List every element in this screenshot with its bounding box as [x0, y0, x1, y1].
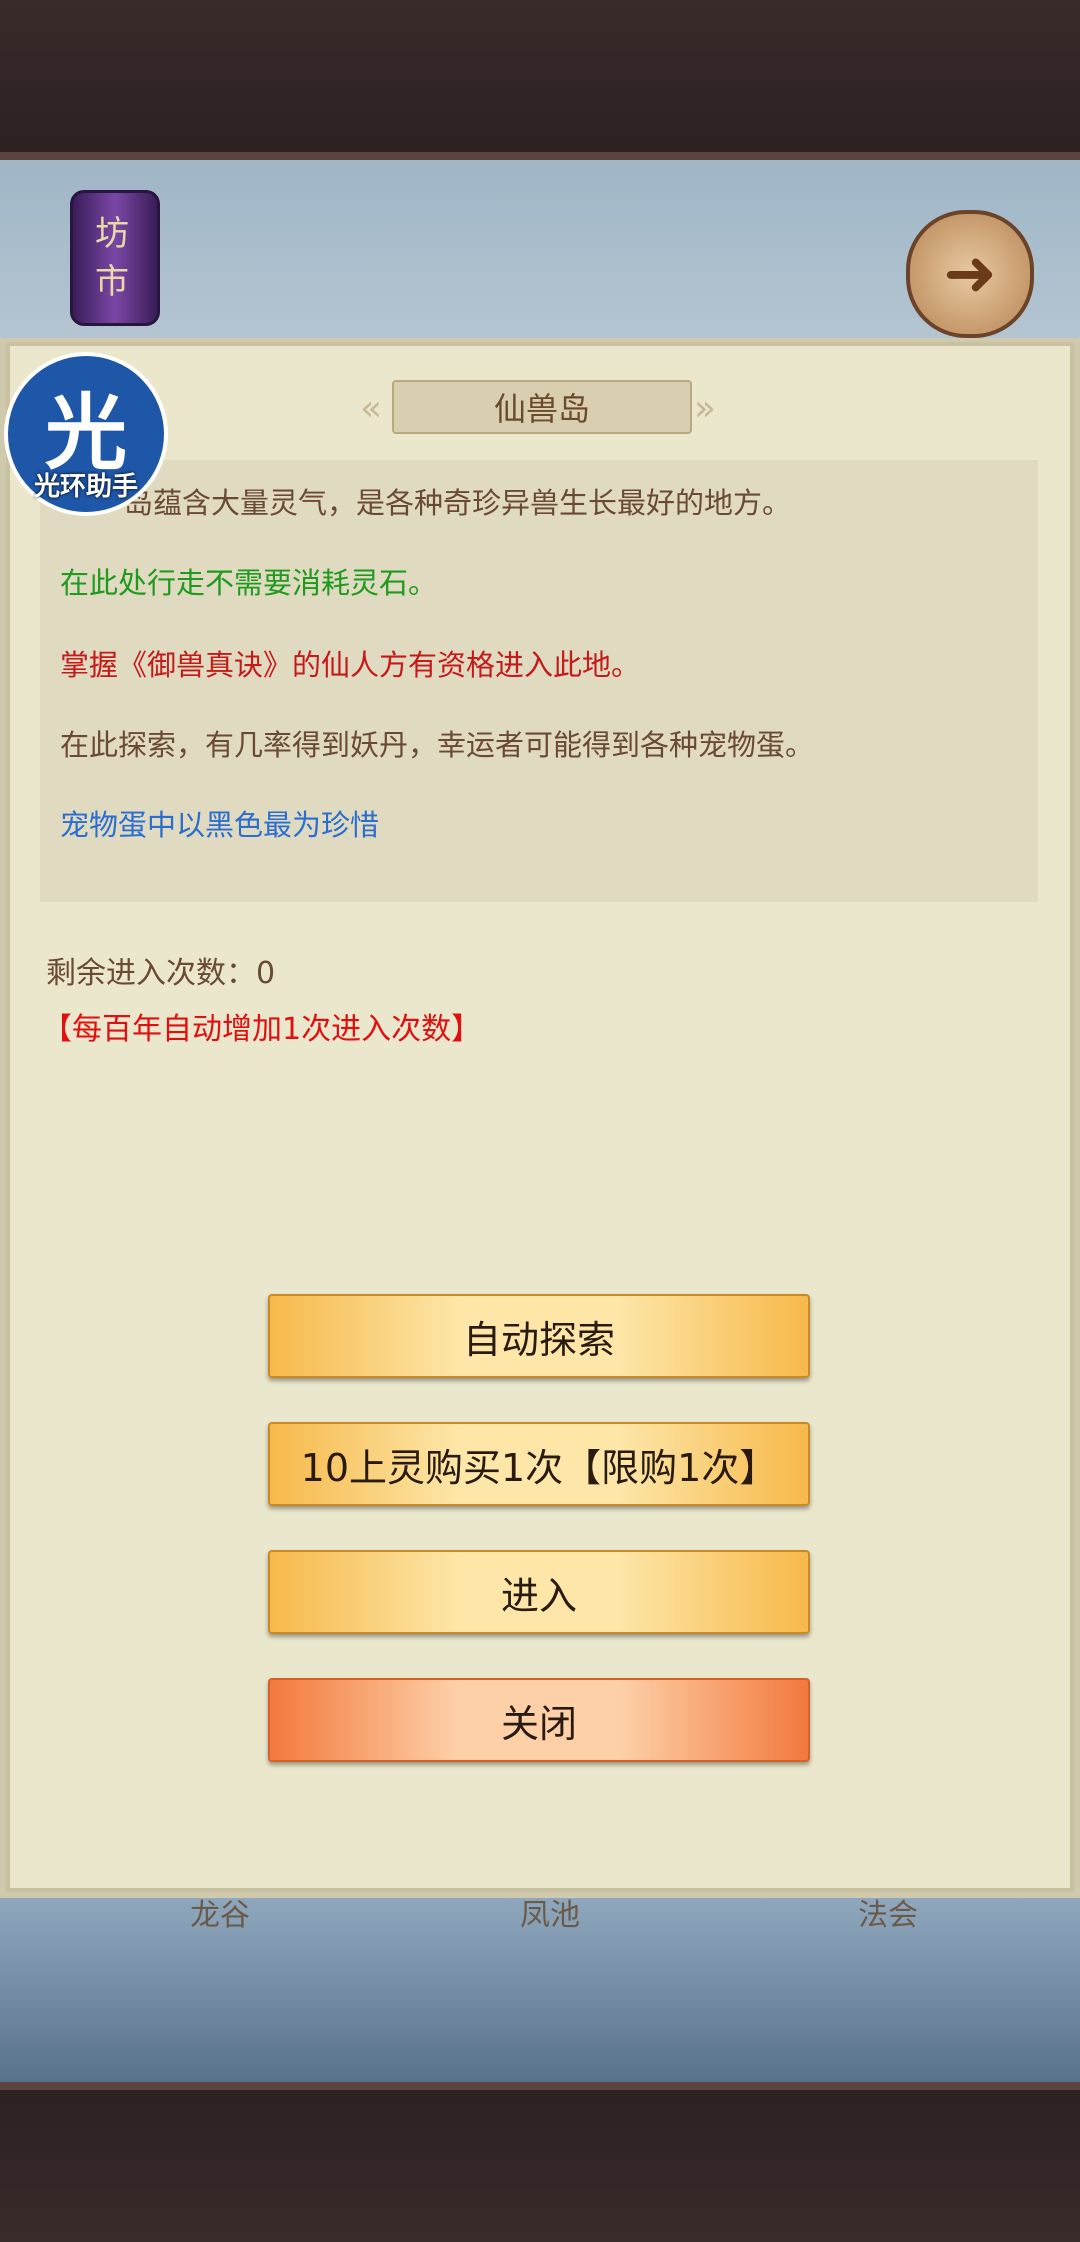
tab-dragon-valley[interactable]: 龙谷: [100, 1896, 340, 1936]
back-button[interactable]: ➜: [906, 210, 1034, 338]
tab-dharma-assembly[interactable]: 法会: [768, 1896, 1008, 1936]
title-right-ornament-icon: »: [694, 388, 717, 429]
back-arrow-icon: ➜: [943, 237, 997, 311]
top-bar: [0, 0, 1080, 160]
description-line-5: 宠物蛋中以黑色最为珍惜: [60, 808, 380, 842]
description-line-3: 掌握《御兽真诀》的仙人方有资格进入此地。: [60, 648, 641, 682]
description-line-4: 在此探索，有几率得到妖丹，幸运者可能得到各种宠物蛋。: [60, 728, 815, 762]
title-left-ornament-icon: «: [360, 388, 383, 429]
dialog-title: 仙兽岛: [392, 380, 692, 434]
market-lantern-sign: 坊市: [62, 160, 162, 335]
logo-text: 光环助手: [33, 472, 138, 502]
remaining-entries-label: 剩余进入次数：0: [46, 956, 276, 991]
auto-explore-button[interactable]: 自动探索: [268, 1294, 810, 1378]
bottom-bar: [0, 2082, 1080, 2242]
close-button[interactable]: 关闭: [268, 1678, 810, 1762]
remaining-entries-note: 【每百年自动增加1次进入次数】: [42, 1012, 482, 1047]
description-line-1: 岛蕴含大量灵气，是各种奇珍异兽生长最好的地方。: [124, 486, 792, 520]
lantern-label: 坊市: [95, 214, 129, 302]
tab-phoenix-pool[interactable]: 凤池: [430, 1896, 670, 1936]
description-line-2: 在此处行走不需要消耗灵石。: [60, 566, 438, 600]
guanghuan-assistant-logo[interactable]: 光 光环助手: [4, 352, 168, 516]
enter-button[interactable]: 进入: [268, 1550, 810, 1634]
buy-once-button[interactable]: 10上灵购买1次【限购1次】: [268, 1422, 810, 1506]
description-box: 岛蕴含大量灵气，是各种奇珍异兽生长最好的地方。 在此处行走不需要消耗灵石。 掌握…: [40, 460, 1038, 902]
